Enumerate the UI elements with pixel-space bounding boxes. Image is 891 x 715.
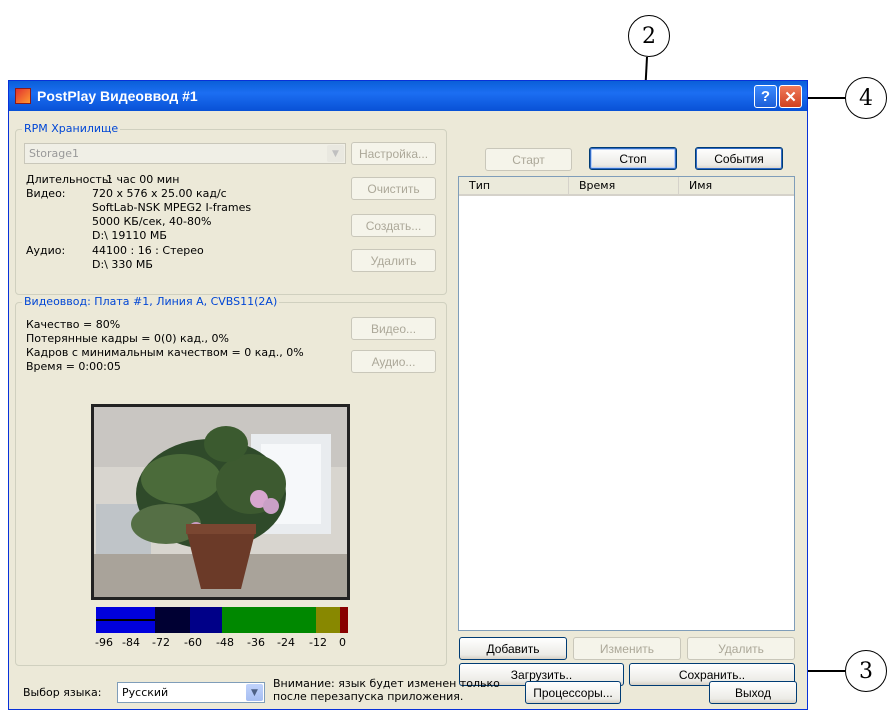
- duration-value: 1 час 00 мин: [106, 173, 180, 186]
- meter-tick: 0: [339, 636, 346, 649]
- exit-button[interactable]: Выход: [709, 681, 797, 704]
- meter-tick: -48: [216, 636, 234, 649]
- video-line-2: SoftLab-NSK MPEG2 I-frames: [92, 201, 252, 214]
- language-note-2: после перезапуска приложения.: [273, 690, 464, 703]
- capture-group-title: Видеоввод: Плата #1, Линия A, CVBS11(2A): [22, 295, 280, 308]
- video-preview: [91, 404, 350, 600]
- level-segment: [96, 619, 155, 621]
- meter-tick: -24: [277, 636, 295, 649]
- meter-tick: -36: [247, 636, 265, 649]
- storage-select[interactable]: Storage1 ▼: [24, 143, 346, 164]
- storage-settings-button[interactable]: Настройка...: [351, 142, 436, 165]
- storage-create-button[interactable]: Создать...: [351, 214, 436, 237]
- close-icon: ✕: [784, 88, 797, 106]
- meter-tick: -60: [184, 636, 202, 649]
- audio-label: Аудио:: [26, 244, 66, 257]
- app-icon: [15, 88, 31, 104]
- storage-delete-button[interactable]: Удалить: [351, 249, 436, 272]
- chevron-down-icon: ▼: [327, 145, 344, 162]
- processors-button[interactable]: Процессоры...: [525, 681, 621, 704]
- title-bar[interactable]: PostPlay Видеоввод #1 ? ✕: [9, 81, 807, 111]
- audio-line-1: 44100 : 16 : Стерео: [92, 244, 204, 257]
- language-select[interactable]: Русский ▼: [117, 682, 265, 703]
- window-title: PostPlay Видеоввод #1: [37, 88, 198, 104]
- column-type[interactable]: Тип: [459, 177, 569, 196]
- video-settings-button[interactable]: Видео...: [351, 317, 436, 340]
- storage-group-title: RPM Хранилище: [22, 122, 121, 135]
- meter-tick: -12: [309, 636, 327, 649]
- audio-line-2: D:\ 330 МБ: [92, 258, 153, 271]
- time-text: Время = 0:00:05: [26, 360, 121, 373]
- edit-event-button[interactable]: Изменить: [573, 637, 681, 660]
- start-button[interactable]: Старт: [485, 148, 572, 171]
- storage-clear-button[interactable]: Очистить: [351, 177, 436, 200]
- lost-frames-text: Потерянные кадры = 0(0) кад., 0%: [26, 332, 229, 345]
- video-line-1: 720 x 576 x 25.00 кад/с: [92, 187, 227, 200]
- close-button[interactable]: ✕: [779, 85, 802, 108]
- duration-label: Длительность:: [26, 173, 113, 186]
- audio-level-meter: [96, 607, 348, 633]
- events-list[interactable]: Тип Время Имя: [458, 176, 795, 631]
- meter-tick: -84: [122, 636, 140, 649]
- callout-3: 3: [845, 650, 887, 692]
- video-line-4: D:\ 19110 МБ: [92, 229, 167, 242]
- help-icon: ?: [760, 88, 771, 105]
- stop-button[interactable]: Стоп: [589, 147, 677, 170]
- level-segment: [340, 607, 348, 633]
- events-button[interactable]: События: [695, 147, 783, 170]
- language-note-1: Внимание: язык будет изменен только: [273, 677, 500, 690]
- help-button[interactable]: ?: [754, 85, 777, 108]
- level-segment: [155, 607, 190, 633]
- meter-scale: -96 -84 -72 -60 -48 -36 -24 -12 0: [95, 636, 353, 650]
- audio-settings-button[interactable]: Аудио...: [351, 350, 436, 373]
- chevron-down-icon: ▼: [246, 684, 263, 701]
- level-segment: [222, 607, 316, 633]
- level-segment: [190, 607, 222, 633]
- delete-event-button[interactable]: Удалить: [687, 637, 795, 660]
- min-quality-text: Кадров с минимальным качеством = 0 кад.,…: [26, 346, 304, 359]
- column-name[interactable]: Имя: [679, 177, 794, 196]
- level-segment: [316, 607, 340, 633]
- video-line-3: 5000 КБ/сек, 40-80%: [92, 215, 212, 228]
- add-event-button[interactable]: Добавить: [459, 637, 567, 660]
- column-time[interactable]: Время: [569, 177, 679, 196]
- callout-2: 2: [628, 15, 670, 57]
- quality-text: Качество = 80%: [26, 318, 121, 331]
- video-label: Видео:: [26, 187, 66, 200]
- meter-tick: -96: [95, 636, 113, 649]
- meter-tick: -72: [152, 636, 170, 649]
- language-label: Выбор языка:: [23, 686, 102, 699]
- callout-4: 4: [845, 77, 887, 119]
- main-window: PostPlay Видеоввод #1 ? ✕ RPM Хранилище …: [8, 80, 808, 710]
- callout-4-leader: [806, 97, 845, 99]
